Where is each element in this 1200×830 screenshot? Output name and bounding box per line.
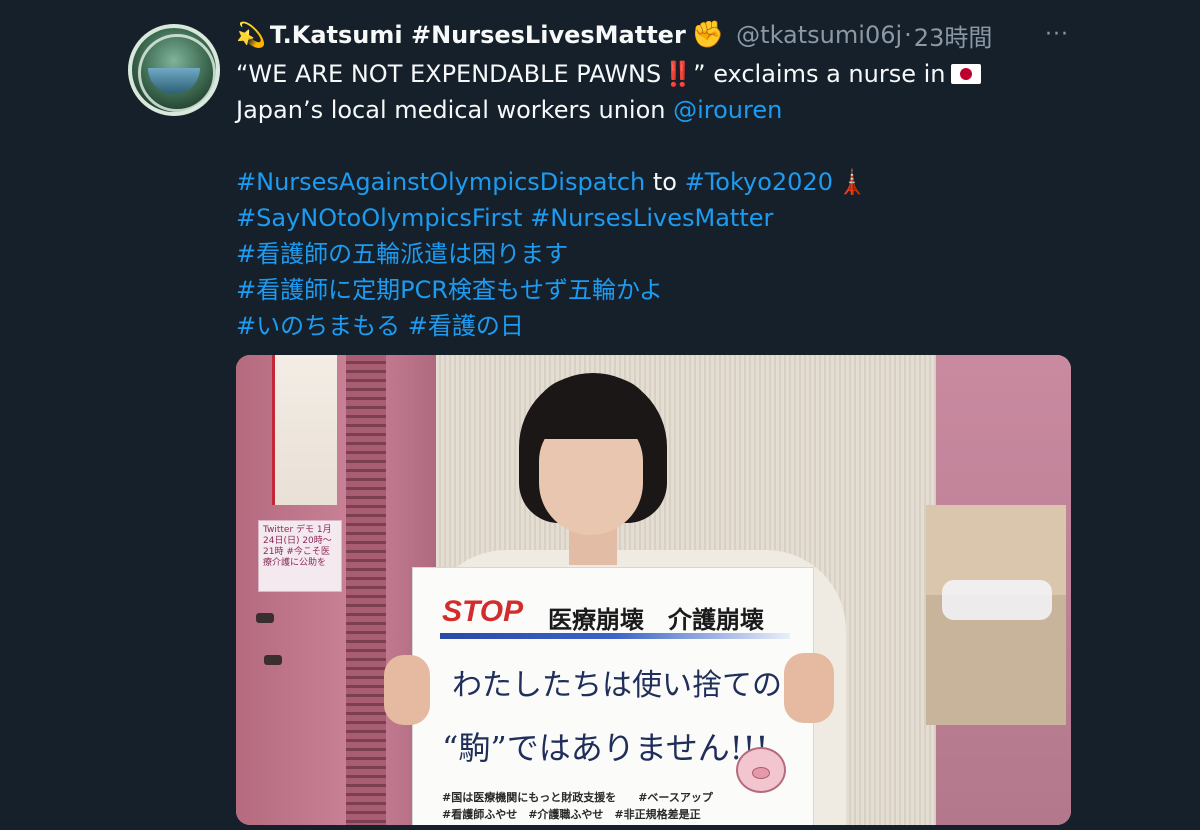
text-segment: “WE ARE NOT EXPENDABLE PAWNS [236, 60, 662, 88]
pig-mascot-icon [736, 747, 786, 793]
hashtag-link[interactable]: #Tokyo2020 [685, 168, 833, 196]
door-slats [346, 355, 386, 825]
tweet-line-2: Japan’s local medical workers union @iro… [236, 92, 1056, 128]
tweet-media-photo[interactable]: Twitter デモ 1月24日(日) 20時〜21時 #今こそ医療介護に公助を… [236, 355, 1071, 825]
door-handle [256, 613, 274, 623]
text-segment: Japan’s local medical workers union [236, 96, 674, 124]
sign-blue-rule [440, 633, 790, 639]
hashtag-link[interactable]: #看護師の五輪派遣は困ります [236, 240, 568, 268]
door-lock [264, 655, 282, 665]
hashtag-link[interactable]: #いのちまもる [236, 312, 400, 340]
japan-flag-icon [951, 64, 982, 84]
sign-footer-1: #国は医療機関にもっと財政支援を #ベースアップ [442, 791, 713, 804]
text-segment: ” exclaims a nurse in [693, 60, 946, 88]
hashtag-link[interactable]: #NursesLivesMatter [530, 204, 773, 232]
dizzy-emoji-icon: 💫 [236, 21, 266, 49]
tweet-text: “WE ARE NOT EXPENDABLE PAWNS‼️” exclaims… [236, 56, 1056, 344]
tweet-line-4: #SayNOtoOlympicsFirst #NursesLivesMatter [236, 200, 1056, 236]
double-exclamation-icon: ‼️ [663, 60, 694, 88]
raised-fist-emoji-icon: ✊ [691, 20, 725, 50]
tweet-line-3: #NursesAgainstOlympicsDispatch to #Tokyo… [236, 164, 1056, 200]
avatar[interactable] [128, 24, 220, 116]
display-name[interactable]: T.Katsumi #NursesLivesMatter [270, 21, 686, 49]
hashtag-link[interactable]: #看護の日 [408, 312, 524, 340]
poster-text: Twitter デモ 1月24日(日) 20時〜21時 #今こそ医療介護に公助を [263, 525, 332, 568]
user-handle[interactable]: @tkatsumi06j [736, 21, 902, 49]
manga-poster [272, 355, 337, 505]
sign-stop-text: STOP [442, 595, 524, 628]
hashtag-link[interactable]: #看護師に定期PCR検査もせず五輪かよ [236, 276, 663, 304]
sign-header-text: 医療崩壊 介護崩壊 [548, 606, 764, 634]
tweet-line-6: #看護師に定期PCR検査もせず五輪かよ [236, 272, 1056, 308]
right-hand [784, 653, 834, 723]
timestamp[interactable]: 23時間 [914, 18, 993, 53]
plastic-wrap [942, 580, 1052, 620]
left-hand [384, 655, 430, 725]
sign-line-1: わたしたちは使い捨ての [452, 668, 782, 703]
text-segment: to [645, 168, 685, 196]
tweet: 💫 T.Katsumi #NursesLivesMatter ✊ @tkatsu… [0, 0, 1200, 830]
hashtag-link[interactable]: #SayNOtoOlympicsFirst [236, 204, 522, 232]
tweet-header: 💫 T.Katsumi #NursesLivesMatter ✊ @tkatsu… [236, 18, 992, 52]
bangs [531, 377, 655, 439]
mention-link[interactable]: @irouren [673, 96, 782, 124]
sign-footer-2: #看護師ふやせ #介護職ふやせ #非正規格差是正 [442, 808, 701, 821]
tweet-line-5: #看護師の五輪派遣は困ります [236, 236, 1056, 272]
sign-line-2: “駒”ではありません!!! [442, 729, 769, 767]
tokyo-tower-emoji-icon: 🗼 [836, 168, 867, 196]
tweet-line-7: #いのちまもる #看護の日 [236, 308, 1056, 344]
hashtag-link[interactable]: #NursesAgainstOlympicsDispatch [236, 168, 645, 196]
more-options-icon[interactable]: ··· [1040, 20, 1074, 50]
twitter-demo-poster: Twitter デモ 1月24日(日) 20時〜21時 #今こそ医療介護に公助を [258, 520, 342, 592]
separator-dot: · [904, 21, 912, 49]
tweet-line-1: “WE ARE NOT EXPENDABLE PAWNS‼️” exclaims… [236, 56, 1056, 92]
